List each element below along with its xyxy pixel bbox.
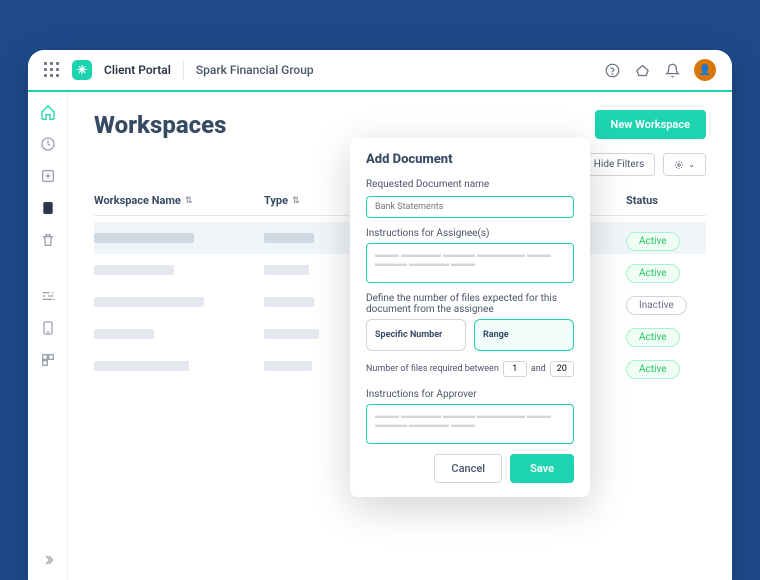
device-icon[interactable]: [40, 320, 56, 336]
status-badge: Active: [626, 328, 680, 347]
sliders-icon[interactable]: [40, 288, 56, 304]
page-header: Workspaces New Workspace: [94, 110, 706, 139]
modal-title: Add Document: [366, 152, 574, 167]
range-option[interactable]: Range: [474, 319, 574, 351]
chevron-down-icon: ⌄: [688, 160, 695, 169]
files-expected-label: Define the number of files expected for …: [366, 293, 574, 315]
sort-icon: ⇅: [292, 196, 300, 206]
download-icon[interactable]: [40, 168, 56, 184]
status-badge: Active: [626, 264, 680, 283]
status-badge: Active: [626, 232, 680, 251]
home-icon[interactable]: [40, 104, 56, 120]
sort-icon: ⇅: [185, 196, 193, 206]
brand-badge-icon: ✳: [72, 60, 92, 80]
settings-dropdown-button[interactable]: ⌄: [663, 153, 706, 176]
save-button[interactable]: Save: [510, 454, 574, 483]
add-document-modal: Add Document Requested Document name Ins…: [350, 138, 590, 497]
company-name: Spark Financial Group: [196, 63, 314, 77]
range-min-input[interactable]: [503, 361, 527, 377]
divider: [183, 60, 184, 80]
status-badge: Inactive: [626, 296, 687, 315]
approver-instr-textarea[interactable]: ▬▬▬ ▬▬▬▬▬ ▬▬▬▬ ▬▬▬▬▬▬ ▬▬▬ ▬▬▬▬ ▬▬▬▬▬ ▬▬▬: [366, 404, 574, 444]
new-workspace-button[interactable]: New Workspace: [595, 110, 706, 139]
modules-icon[interactable]: [40, 352, 56, 368]
column-status: Status: [626, 194, 706, 207]
document-icon[interactable]: [40, 200, 56, 216]
hide-filters-label: Hide Filters: [594, 159, 645, 170]
apps-grid-icon[interactable]: [44, 62, 60, 78]
topbar: ✳ Client Portal Spark Financial Group 👤: [28, 50, 732, 92]
range-caption: Number of files required between: [366, 364, 499, 374]
brand-name: Client Portal: [104, 63, 171, 77]
help-icon[interactable]: [604, 62, 620, 78]
trash-icon[interactable]: [40, 232, 56, 248]
column-workspace-name[interactable]: Workspace Name ⇅: [94, 194, 264, 207]
doc-name-input[interactable]: [366, 196, 574, 218]
gear-icon: [674, 160, 684, 170]
bell-icon[interactable]: [664, 62, 680, 78]
topbar-actions: 👤: [604, 59, 716, 81]
range-max-input[interactable]: [550, 361, 574, 377]
assignee-instr-label: Instructions for Assignee(s): [366, 228, 574, 239]
approver-instr-label: Instructions for Approver: [366, 389, 574, 400]
user-avatar[interactable]: 👤: [694, 59, 716, 81]
modal-footer: Cancel Save: [366, 454, 574, 483]
page-title: Workspaces: [94, 111, 226, 139]
range-and: and: [531, 364, 546, 374]
clock-icon[interactable]: [40, 136, 56, 152]
column-type[interactable]: Type ⇅: [264, 194, 354, 207]
cancel-button[interactable]: Cancel: [434, 454, 502, 483]
range-inputs: Number of files required between and: [366, 361, 574, 377]
sidebar: [28, 92, 68, 580]
doc-name-label: Requested Document name: [366, 179, 574, 190]
file-count-mode: Specific Number Range: [366, 319, 574, 351]
status-badge: Active: [626, 360, 680, 379]
specific-number-option[interactable]: Specific Number: [366, 319, 466, 351]
expand-icon[interactable]: [40, 552, 56, 568]
assignee-instr-textarea[interactable]: ▬▬▬ ▬▬▬▬▬ ▬▬▬▬ ▬▬▬▬▬▬ ▬▬▬ ▬▬▬▬ ▬▬▬▬▬ ▬▬▬: [366, 243, 574, 283]
chat-icon[interactable]: [634, 62, 650, 78]
